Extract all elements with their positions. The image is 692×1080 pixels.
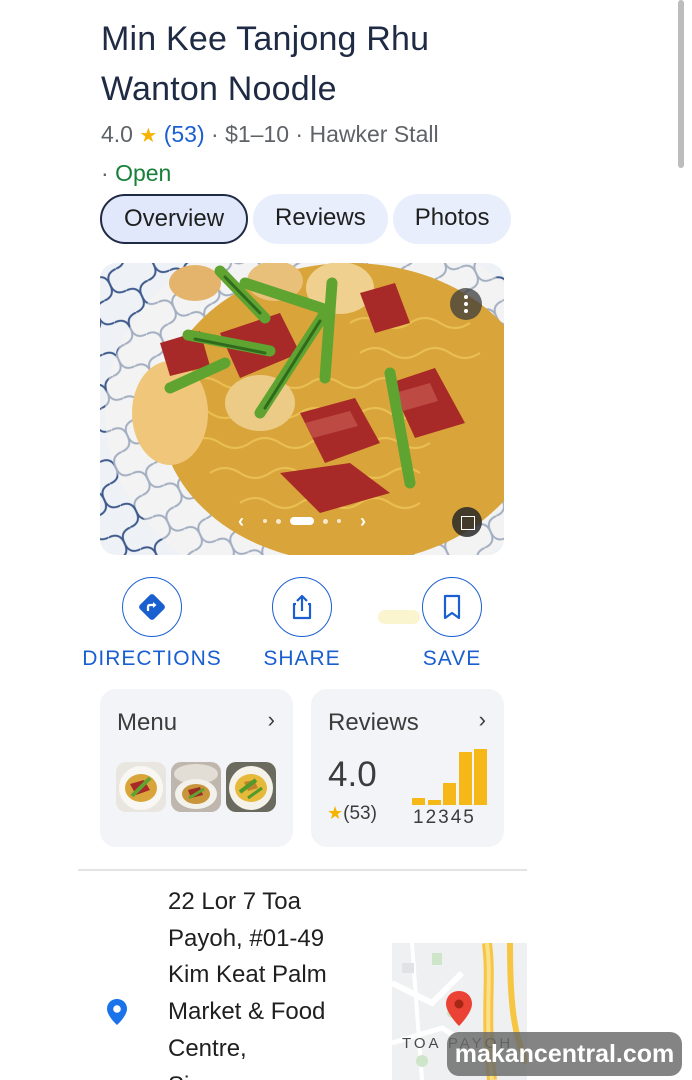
menu-thumbnail[interactable] xyxy=(226,762,276,812)
directions-label: DIRECTIONS xyxy=(82,647,222,670)
bookmark-icon xyxy=(422,577,482,637)
address-text[interactable]: 22 Lor 7 Toa Payoh, #01-49 Kim Keat Palm… xyxy=(168,884,378,1080)
review-count-link[interactable]: (53) xyxy=(164,121,205,147)
menu-thumbnail[interactable] xyxy=(171,762,221,812)
chevron-left-icon[interactable]: ‹ xyxy=(238,512,244,530)
photo-carousel[interactable]: ‹ › xyxy=(100,263,504,555)
star-icon: ★ xyxy=(327,803,344,823)
separator-dot: · xyxy=(211,121,226,147)
pager-dot-active[interactable] xyxy=(290,517,314,525)
menu-thumbnail[interactable] xyxy=(116,762,166,812)
directions-icon xyxy=(122,577,182,637)
watermark: makancentral.com xyxy=(447,1032,682,1076)
address-line: Singapore xyxy=(168,1068,378,1080)
menu-card[interactable]: Menu › xyxy=(100,689,293,847)
pager-dot[interactable] xyxy=(323,518,328,524)
photo-pager: ‹ › xyxy=(228,512,376,530)
location-pin-icon xyxy=(106,998,128,1031)
open-status: Open xyxy=(115,160,172,186)
reviews-count-value: (53) xyxy=(343,803,377,824)
address-line: Payoh, #01-49 xyxy=(168,924,325,952)
rating-bar-5 xyxy=(474,749,487,805)
food-photo xyxy=(100,263,504,555)
chevron-right-icon: › xyxy=(478,707,486,732)
rating-distribution-labels: 12345 xyxy=(413,807,476,828)
rating-distribution-chart xyxy=(412,745,492,805)
share-icon xyxy=(272,577,332,637)
more-vertical-icon[interactable] xyxy=(450,288,482,320)
rating-bar-1 xyxy=(412,798,425,805)
reviews-count: ★(53) xyxy=(327,803,377,825)
pager-dot[interactable] xyxy=(337,519,341,523)
rating-bar-2 xyxy=(427,800,441,805)
tab-bar: Overview Reviews Photos xyxy=(100,194,527,246)
pager-dot[interactable] xyxy=(276,518,281,524)
place-meta: 4.0 ★ (53) · $1–10 · Hawker Stall · Open xyxy=(101,116,521,192)
separator-dot: · xyxy=(101,160,116,186)
reviews-card[interactable]: Reviews › 4.0 ★(53) 12345 xyxy=(311,689,504,847)
price-range: $1–10 xyxy=(225,121,290,147)
section-divider xyxy=(78,869,527,871)
save-button[interactable]: SAVE xyxy=(377,577,527,671)
menu-card-title: Menu xyxy=(117,709,178,736)
place-title-line-1: Min Kee Tanjong Rhu xyxy=(101,20,430,58)
rating-value: 4.0 xyxy=(101,121,133,147)
tab-overview[interactable]: Overview xyxy=(100,194,249,244)
reviews-average-rating: 4.0 xyxy=(328,755,377,794)
separator-dot: · xyxy=(295,121,310,147)
chevron-right-icon: › xyxy=(267,707,275,732)
share-label: SHARE xyxy=(263,647,341,670)
save-label: SAVE xyxy=(422,647,482,670)
address-line: Market & Food xyxy=(168,998,326,1026)
reviews-card-title: Reviews xyxy=(328,709,419,736)
chevron-right-icon[interactable]: › xyxy=(360,512,366,530)
directions-button[interactable]: DIRECTIONS xyxy=(77,577,227,671)
address-line: Kim Keat Palm xyxy=(168,961,327,989)
place-title: Min Kee Tanjong Rhu Wanton Noodle xyxy=(101,14,541,114)
tab-photos[interactable]: Photos xyxy=(392,194,512,244)
share-button[interactable]: SHARE xyxy=(227,577,377,671)
pager-dot[interactable] xyxy=(263,519,267,523)
star-icon: ★ xyxy=(139,125,158,147)
expand-square-icon[interactable] xyxy=(452,507,482,537)
scrollbar[interactable] xyxy=(678,0,684,168)
address-line: Centre, xyxy=(168,1034,247,1062)
rating-bar-4 xyxy=(458,752,472,805)
place-title-line-2: Wanton Noodle xyxy=(101,70,337,108)
rating-bar-3 xyxy=(443,783,456,805)
place-category: Hawker Stall xyxy=(309,121,439,147)
tab-reviews[interactable]: Reviews xyxy=(253,194,388,244)
address-line: 22 Lor 7 Toa xyxy=(168,888,301,915)
